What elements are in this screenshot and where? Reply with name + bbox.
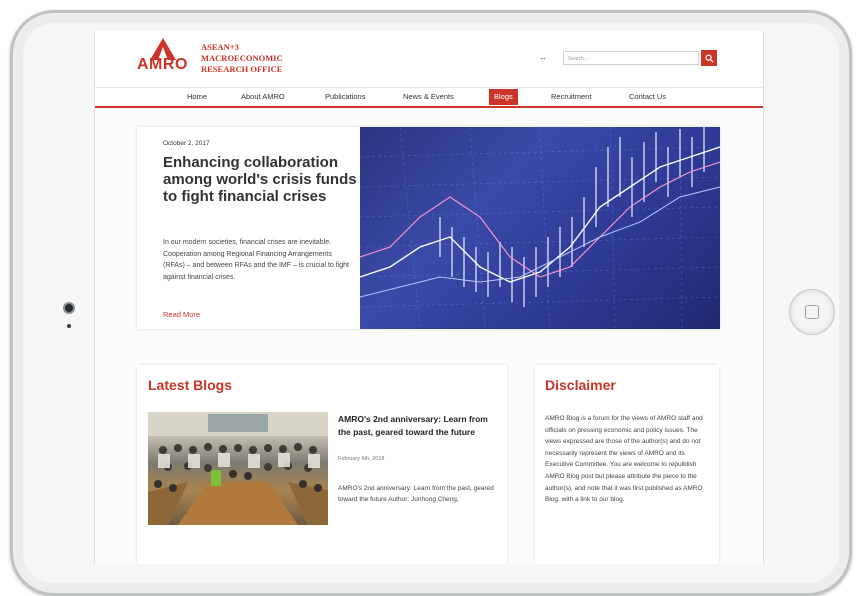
- featured-image[interactable]: [360, 127, 720, 329]
- browser-screen: AMRO ASEAN+3 MACROECONOMIC RESEARCH OFFI…: [94, 31, 764, 564]
- nav-contact[interactable]: Contact Us: [629, 89, 666, 105]
- logo-sub-line: MACROECONOMIC: [201, 53, 283, 63]
- nav-home[interactable]: Home: [187, 89, 207, 105]
- blog-post-title[interactable]: AMRO's 2nd anniversary: Learn from the p…: [338, 413, 496, 439]
- disclaimer-text: AMRO Blog is a forum for the views of AM…: [545, 415, 703, 504]
- latest-blogs-heading: Latest Blogs: [148, 377, 233, 393]
- latest-blogs-panel: Latest Blogs AMRO's 2nd anniversary: Lea…: [137, 365, 507, 564]
- nav-recruitment[interactable]: Recruitment: [551, 89, 591, 105]
- featured-title[interactable]: Enhancing collaboration among world's cr…: [163, 154, 359, 205]
- site-header: AMRO ASEAN+3 MACROECONOMIC RESEARCH OFFI…: [95, 31, 763, 87]
- logo-subtitle: ASEAN+3 MACROECONOMIC RESEARCH OFFICE: [201, 42, 283, 75]
- nav-blogs[interactable]: Blogs: [489, 89, 518, 105]
- search-icon: [704, 53, 714, 63]
- group-photo-graphic: [148, 412, 328, 525]
- sensor-dot: [67, 324, 71, 328]
- search-input[interactable]: Search...: [563, 51, 699, 65]
- logo-text[interactable]: AMRO: [137, 56, 188, 74]
- nav-publications[interactable]: Publications: [325, 89, 365, 105]
- disclaimer-heading: Disclaimer: [545, 377, 616, 393]
- blog-post-date: February 6th, 2018: [338, 456, 385, 462]
- featured-excerpt: In our modern societies, financial crise…: [163, 239, 349, 281]
- language-switch-icon[interactable]: ↔: [539, 53, 547, 62]
- camera-icon: [65, 304, 73, 312]
- blog-post-image[interactable]: [148, 412, 328, 525]
- home-square-icon: [805, 305, 819, 319]
- read-more-link[interactable]: Read More: [163, 310, 200, 319]
- disclaimer-panel: Disclaimer AMRO Blog is a forum for the …: [535, 365, 719, 564]
- blog-post-excerpt: AMRO's 2nd anniversary: Learn from the p…: [338, 485, 494, 503]
- search-button[interactable]: [701, 50, 717, 66]
- logo-sub-line: RESEARCH OFFICE: [201, 64, 283, 74]
- logo-sub-line: ASEAN+3: [201, 42, 239, 52]
- nav-about[interactable]: About AMRO: [241, 89, 285, 105]
- featured-date: October 2, 2017: [163, 140, 210, 147]
- home-button[interactable]: [789, 289, 835, 335]
- main-nav: Home About AMRO Publications News & Even…: [95, 87, 763, 108]
- stock-chart-graphic: [360, 127, 720, 329]
- nav-news-events[interactable]: News & Events: [403, 89, 454, 105]
- featured-post: October 2, 2017 Enhancing collaboration …: [137, 127, 720, 329]
